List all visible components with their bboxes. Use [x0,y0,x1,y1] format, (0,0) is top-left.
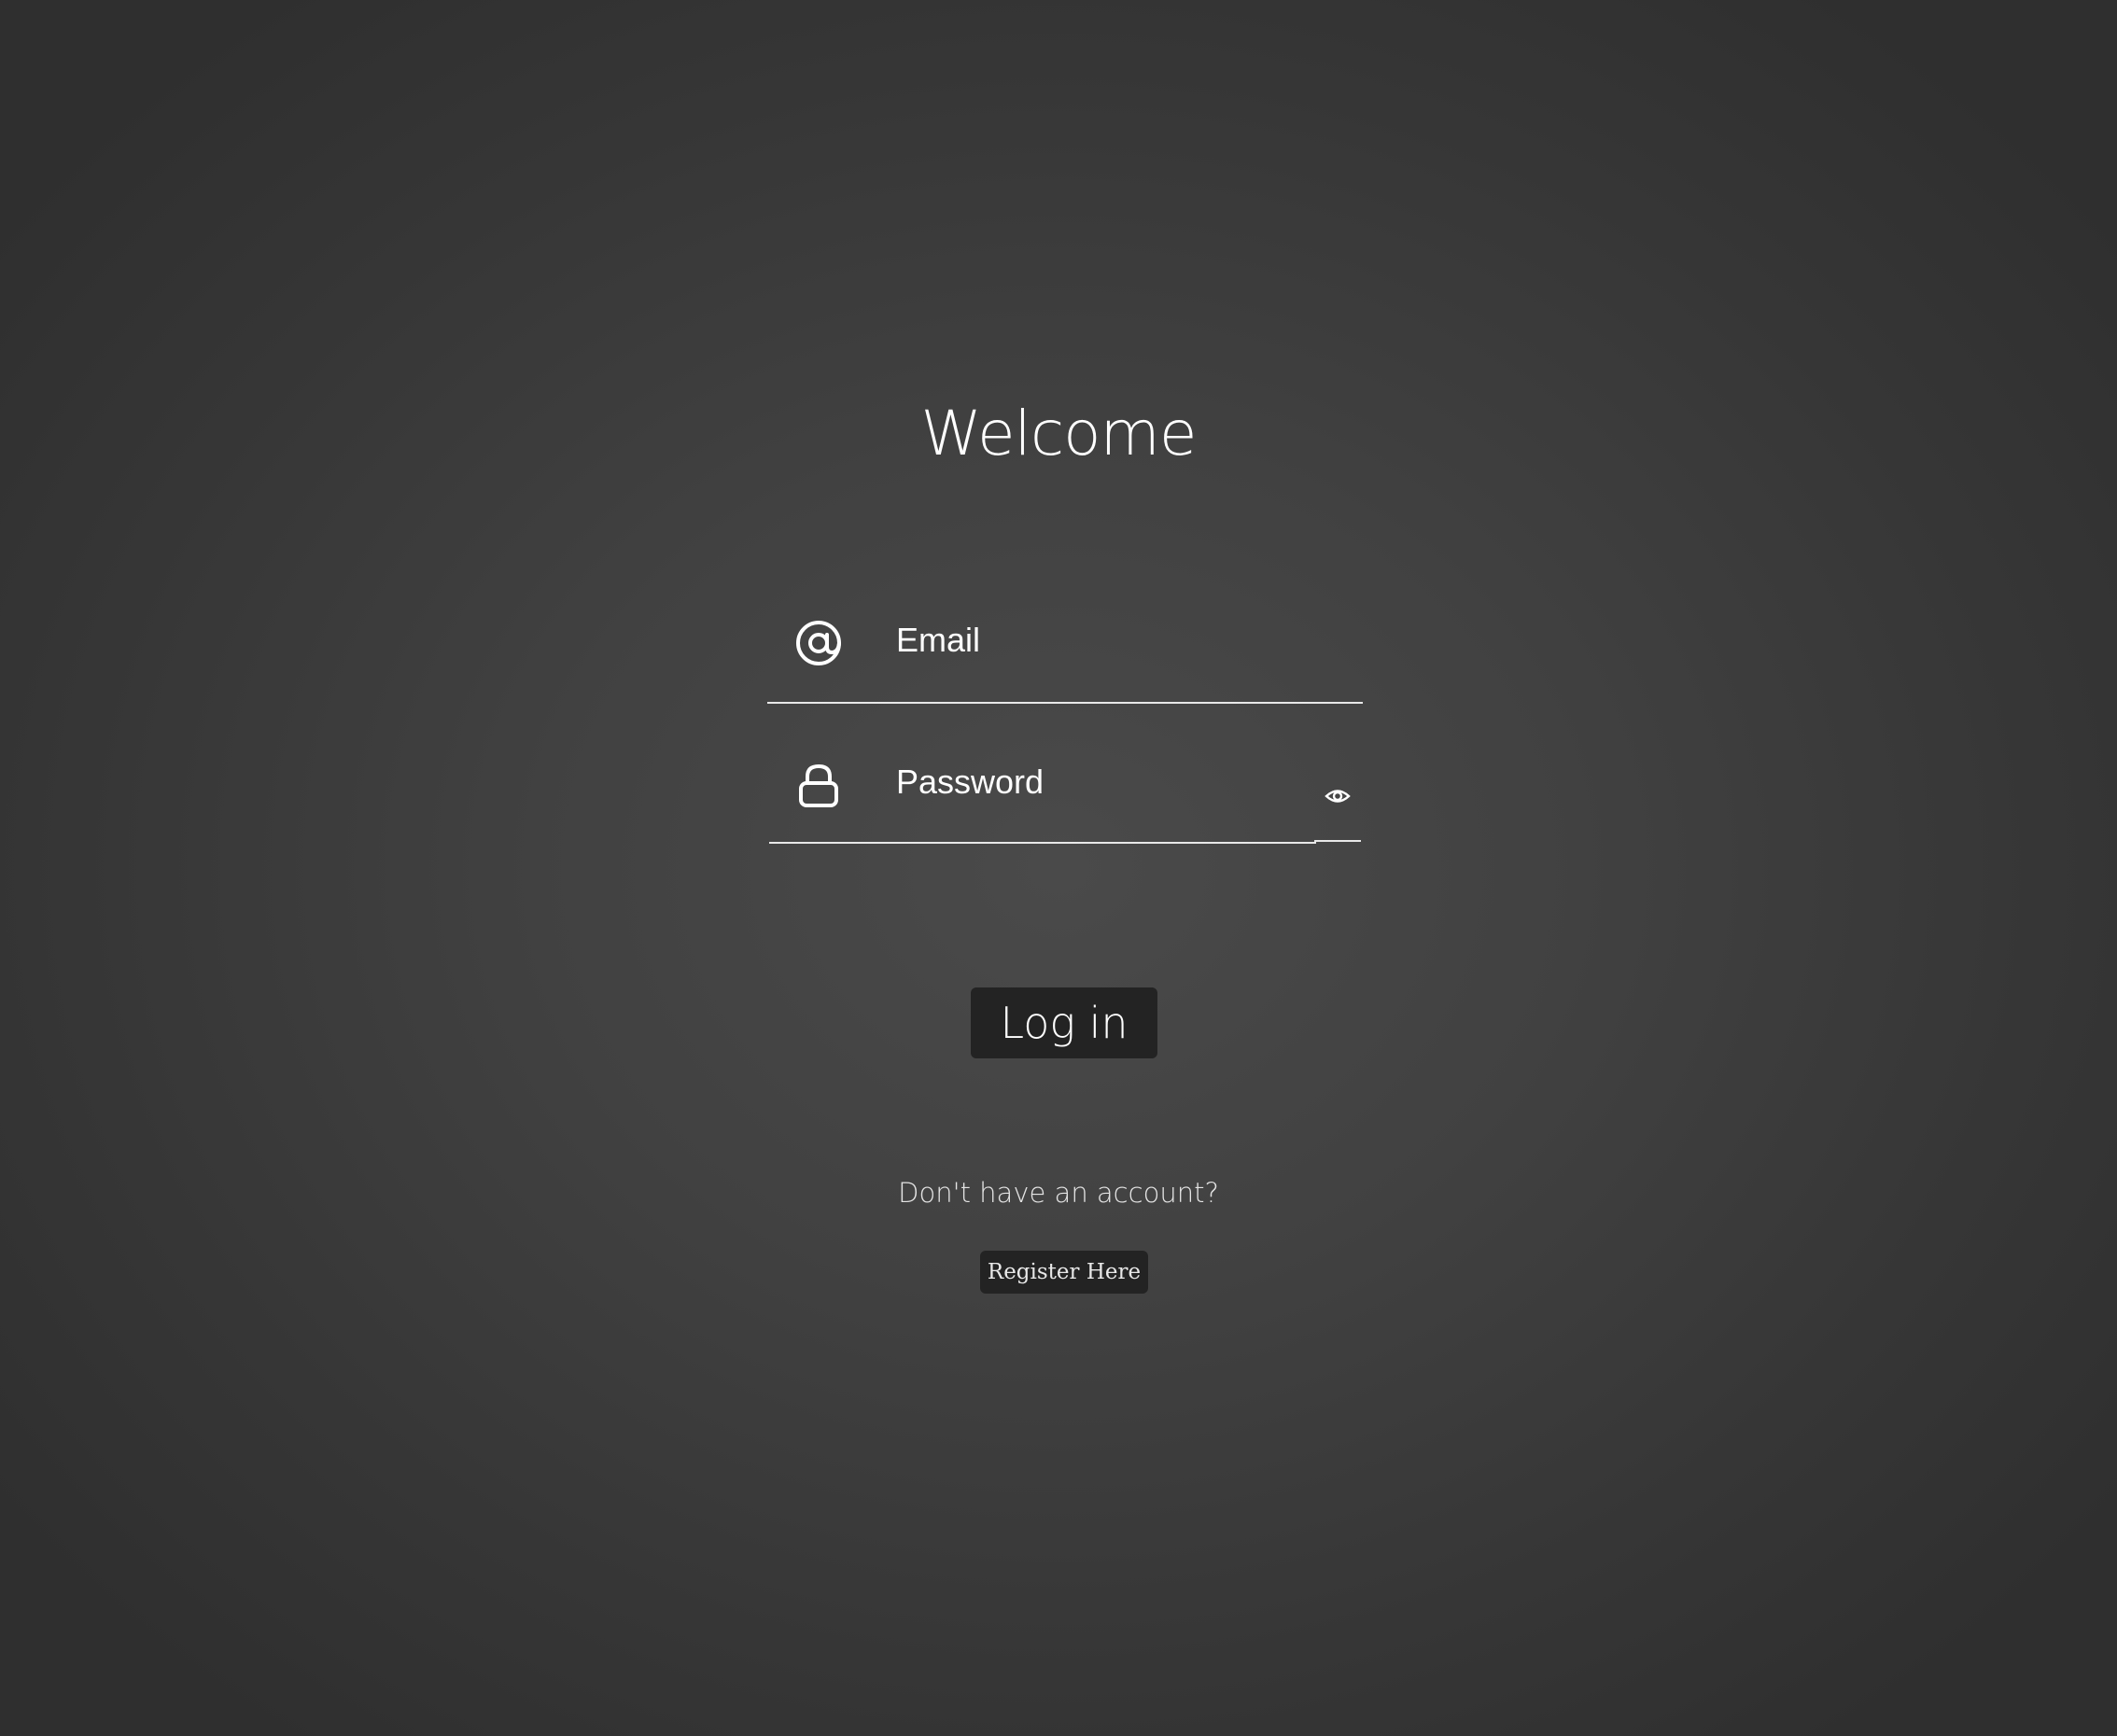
eye-icon[interactable] [1324,782,1352,810]
email-input[interactable] [896,610,1307,670]
at-sign-icon [793,618,844,668]
email-field-group [767,581,1363,704]
toggle-underline [1314,840,1361,842]
no-account-text: Don't have an account? [898,1177,1219,1209]
page-title: Welcome [920,398,1198,469]
register-button[interactable]: Register Here [980,1251,1148,1294]
password-field-group [767,722,1363,844]
password-underline [769,842,1316,844]
lock-icon [793,760,844,810]
login-button[interactable]: Log in [971,987,1157,1058]
password-input[interactable] [896,752,1307,812]
